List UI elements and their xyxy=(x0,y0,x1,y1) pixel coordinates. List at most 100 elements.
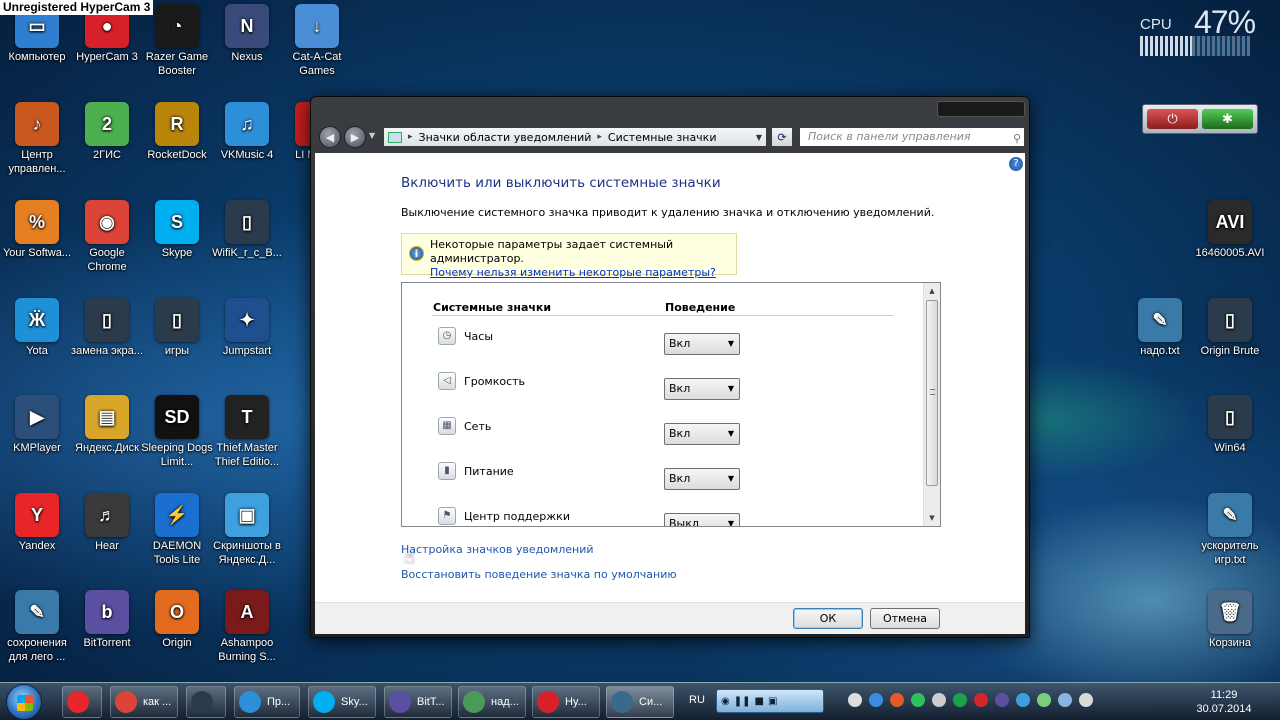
desktop-shortcut[interactable]: Ӝ Yota xyxy=(0,298,74,358)
window-controls[interactable] xyxy=(937,101,1025,117)
desktop-shortcut[interactable]: ♫ VKMusic 4 xyxy=(210,102,284,162)
search-icon[interactable]: ⚲ xyxy=(1013,130,1021,148)
desktop-shortcut[interactable]: Y Yandex xyxy=(0,493,74,553)
scrollbar[interactable]: ▲ ▼ xyxy=(923,283,940,526)
desktop-shortcut[interactable]: % Your Softwa... xyxy=(0,200,74,260)
desktop-shortcut[interactable]: b BitTorrent xyxy=(70,590,144,650)
app-tray-icon[interactable] xyxy=(995,693,1009,707)
desktop-shortcut[interactable]: S Skype xyxy=(140,200,214,260)
app-tray-icon[interactable] xyxy=(1037,693,1051,707)
desktop-shortcut[interactable]: ◉ Google Chrome xyxy=(70,200,144,274)
taskbar-button[interactable]: Си... xyxy=(606,686,674,718)
desktop-shortcut[interactable]: AVI 16460005.AVI xyxy=(1193,200,1267,260)
desktop-shortcut[interactable]: ✎ сохронения для лего ... xyxy=(0,590,74,664)
stop-icon[interactable]: ■ xyxy=(755,696,764,707)
desktop-shortcut-label: VKMusic 4 xyxy=(220,149,274,161)
clock[interactable]: 11:29 30.07.2014 xyxy=(1184,688,1264,716)
desktop-shortcut[interactable]: ✦ Jumpstart xyxy=(210,298,284,358)
column-header-behavior: Поведение xyxy=(665,301,736,314)
chevron-down-icon[interactable]: ▼ xyxy=(756,133,762,142)
record-icon[interactable]: ◉ xyxy=(721,696,730,707)
scroll-down-icon[interactable]: ▼ xyxy=(924,510,940,526)
info-link[interactable]: Почему нельзя изменить некоторые парамет… xyxy=(430,266,736,280)
volume-icon[interactable] xyxy=(1079,693,1093,707)
screen-icon[interactable]: ▣ xyxy=(768,696,777,707)
desktop-shortcut[interactable]: ▯ замена экра... xyxy=(70,298,144,358)
desktop-shortcut[interactable]: ▯ Origin Brute xyxy=(1193,298,1267,358)
desktop-shortcut[interactable]: SD Sleeping Dogs Limit... xyxy=(140,395,214,469)
hear-icon: ♬ xyxy=(85,493,129,537)
taskbar-button[interactable]: Sky... xyxy=(308,686,376,718)
behavior-select[interactable]: Вкл ▼ xyxy=(664,468,740,490)
desktop-shortcut[interactable]: ✎ ускоритель игр.txt xyxy=(1193,493,1267,567)
desktop-shortcut[interactable]: ▯ Win64 xyxy=(1193,395,1267,455)
daemon-icon: ⚡ xyxy=(155,493,199,537)
restore-default-link[interactable]: Восстановить поведение значка по умолчан… xyxy=(401,568,677,581)
desktop-shortcut[interactable]: ▯ WifiK_r_c_B... xyxy=(210,200,284,260)
desktop-shortcut[interactable]: ♪ Центр управлен... xyxy=(0,102,74,176)
desktop-shortcut[interactable]: ✎ надо.txt xyxy=(1123,298,1197,358)
desktop-shortcut[interactable]: O Origin xyxy=(140,590,214,650)
info-tray-icon[interactable] xyxy=(869,693,883,707)
app-tray-icon[interactable] xyxy=(953,693,967,707)
desktop-shortcut[interactable]: ↓ Cat-A-Cat Games xyxy=(280,4,354,78)
pause-icon[interactable]: ❚❚ xyxy=(734,696,751,707)
address-bar[interactable]: ▸ Значки области уведомлений ▸ Системные… xyxy=(383,127,767,147)
desktop-shortcut-label: надо.txt xyxy=(1140,345,1180,357)
app-tray-icon[interactable] xyxy=(890,693,904,707)
customize-notification-icons-link[interactable]: Настройка значков уведомлений xyxy=(401,543,594,556)
forward-button[interactable]: ▶ xyxy=(344,126,366,148)
table-row: ▮ Питание Вкл ▼ xyxy=(438,462,740,490)
desktop-shortcut[interactable]: ♬ Hear xyxy=(70,493,144,553)
restart-icon[interactable]: ✱ xyxy=(1202,109,1253,129)
start-button[interactable] xyxy=(6,684,42,720)
cancel-button[interactable]: Отмена xyxy=(870,608,940,629)
power-icon[interactable]: ⏻ xyxy=(1147,109,1198,129)
taskbar-button[interactable]: над... xyxy=(458,686,526,718)
desktop-shortcut[interactable]: 🗑 Корзина xyxy=(1193,590,1267,650)
taskbar-button[interactable] xyxy=(186,686,226,718)
text-file-icon: ✎ xyxy=(15,590,59,634)
history-dropdown[interactable]: ▼ xyxy=(369,131,375,140)
language-indicator[interactable]: RU xyxy=(689,694,705,706)
app-tray-icon[interactable] xyxy=(932,693,946,707)
desktop-shortcut[interactable]: A Ashampoo Burning S... xyxy=(210,590,284,664)
behavior-value: Вкл xyxy=(669,427,691,440)
bluetooth-icon[interactable] xyxy=(1058,693,1072,707)
app-tray-icon[interactable] xyxy=(1016,693,1030,707)
scroll-thumb[interactable] xyxy=(926,300,938,486)
app-tray-icon[interactable] xyxy=(974,693,988,707)
desktop-shortcut[interactable]: T Thief.Master Thief Editio... xyxy=(210,395,284,469)
app-tray-icon[interactable] xyxy=(911,693,925,707)
desktop-shortcut-label: Центр управлен... xyxy=(8,149,66,175)
desktop-shortcut[interactable]: ▤ Яндекс.Диск xyxy=(70,395,144,455)
desktop-shortcut[interactable]: ▶ KMPlayer xyxy=(0,395,74,455)
hypercam-control[interactable]: ◉ ❚❚ ■ ▣ xyxy=(716,689,824,713)
desktop-shortcut[interactable]: 2 2ГИС xyxy=(70,102,144,162)
scroll-up-icon[interactable]: ▲ xyxy=(924,283,940,299)
breadcrumb-system-icons[interactable]: Системные значки xyxy=(608,131,717,144)
taskbar-button[interactable]: BitT... xyxy=(384,686,452,718)
refresh-button[interactable]: ⟳ xyxy=(771,127,793,147)
taskbar-button[interactable]: Пр... xyxy=(234,686,300,718)
breadcrumb-notification-icons[interactable]: Значки области уведомлений xyxy=(419,131,592,144)
back-button[interactable]: ◀ xyxy=(319,126,341,148)
file-icon: ▯ xyxy=(1208,395,1252,439)
network-icon[interactable] xyxy=(848,693,862,707)
taskbar-button[interactable]: как ... xyxy=(110,686,178,718)
behavior-select[interactable]: Выкл ▼ xyxy=(664,513,740,526)
desktop-shortcut[interactable]: ⚡ DAEMON Tools Lite xyxy=(140,493,214,567)
help-icon[interactable]: ? xyxy=(1009,157,1023,171)
desktop-shortcut[interactable]: N Nexus xyxy=(210,4,284,64)
search-input[interactable]: Поиск в панели управления ⚲ xyxy=(799,127,1025,147)
ok-button[interactable]: ОК xyxy=(793,608,863,629)
behavior-select[interactable]: Вкл ▼ xyxy=(664,333,740,355)
behavior-select[interactable]: Вкл ▼ xyxy=(664,423,740,445)
desktop-shortcut[interactable]: ◔ Razer Game Booster xyxy=(140,4,214,78)
desktop-shortcut[interactable]: ▯ игры xyxy=(140,298,214,358)
desktop-shortcut[interactable]: ▣ Скриншоты в Яндекс.Д... xyxy=(210,493,284,567)
taskbar-button[interactable]: Hy... xyxy=(532,686,600,718)
desktop-shortcut[interactable]: R RocketDock xyxy=(140,102,214,162)
behavior-select[interactable]: Вкл ▼ xyxy=(664,378,740,400)
taskbar-button[interactable] xyxy=(62,686,102,718)
